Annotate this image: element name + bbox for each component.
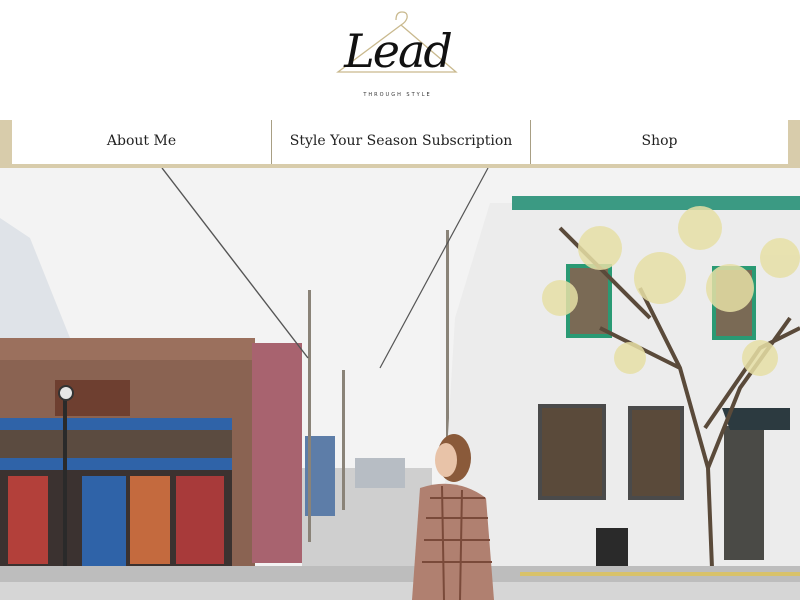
site-header: Lead THROUGH STYLE — [0, 0, 800, 120]
main-navigation: About Me Style Your Season Subscription … — [0, 120, 800, 168]
nav-bar: About Me Style Your Season Subscription … — [12, 120, 788, 164]
nav-item-style-your-season-subscription[interactable]: Style Your Season Subscription — [272, 120, 530, 164]
logo-tagline: THROUGH STYLE — [363, 92, 432, 98]
street-scene-illustration — [0, 168, 800, 600]
nav-item-about-me[interactable]: About Me — [12, 120, 271, 164]
logo-script: Lead — [344, 24, 453, 78]
hero-image — [0, 168, 800, 600]
site-logo[interactable]: Lead THROUGH STYLE — [330, 6, 465, 106]
nav-item-shop[interactable]: Shop — [531, 120, 788, 164]
